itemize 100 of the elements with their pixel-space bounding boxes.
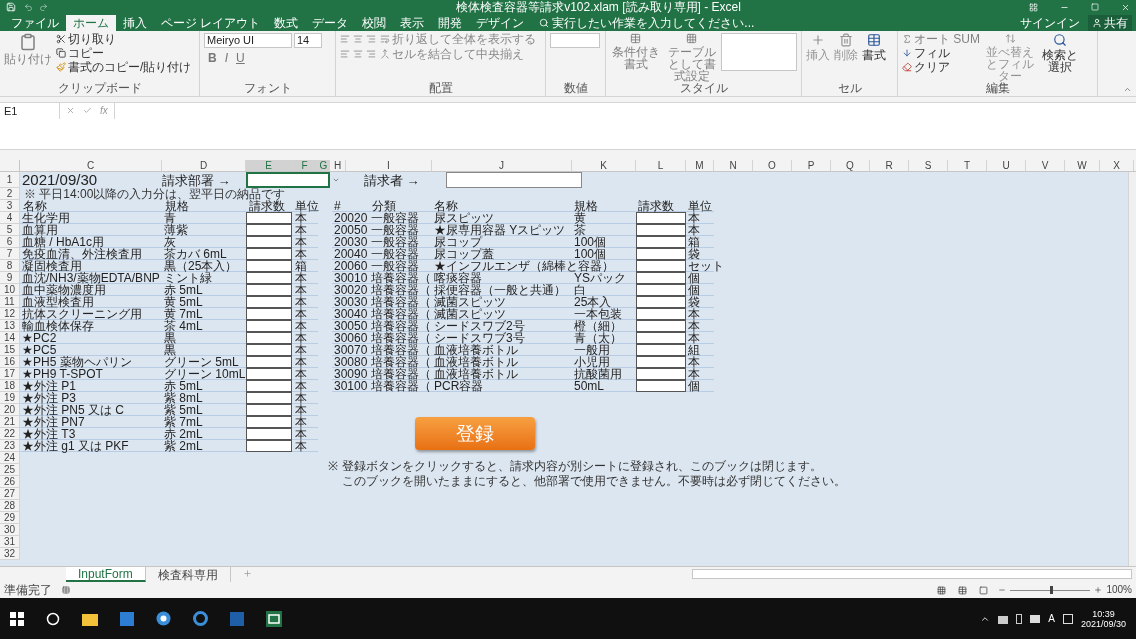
table-cell: ★PC2 [22,331,57,345]
column-header[interactable]: E [246,160,292,171]
name-box[interactable]: E1 [0,103,60,119]
row-number[interactable]: 31 [0,536,20,548]
table-cell: 20030 [334,235,368,249]
row-number[interactable]: 23 [0,440,20,452]
column-header[interactable]: W [1065,160,1100,171]
row-number[interactable]: 21 [0,416,20,428]
row-number[interactable]: 6 [0,236,20,248]
row-number[interactable]: 1 [0,172,20,188]
format-button[interactable]: U [236,52,245,64]
table-cell: 本 [688,331,700,345]
font-size-field[interactable]: 14 [294,33,322,48]
row-number[interactable]: 32 [0,548,20,560]
format-button[interactable]: B [208,52,217,64]
fill-button[interactable]: フィル [902,47,980,59]
row-number[interactable]: 17 [0,368,20,380]
ribbon-tab[interactable]: 表示 [393,15,432,31]
column-header[interactable]: F [292,160,318,171]
row-number[interactable]: 14 [0,332,20,344]
column-header[interactable]: O [753,160,792,171]
row-number[interactable]: 2 [0,188,20,200]
autosum-button[interactable]: オート SUM [902,33,980,45]
column-header[interactable]: J [432,160,572,171]
table-cell: ★外注 P1 [22,379,76,393]
ribbon-tab[interactable]: データ [305,15,356,31]
row-number[interactable]: 25 [0,464,20,476]
ribbon-tab[interactable]: ファイル [4,15,66,31]
table-cell: 一般用 [574,343,610,357]
row-number[interactable]: 26 [0,476,20,488]
row-number[interactable]: 20 [0,404,20,416]
table-cell: 輸血検体保存 [22,319,94,333]
ribbon-tab[interactable]: ホーム [66,15,116,31]
column-header[interactable]: T [948,160,987,171]
row-number[interactable]: 29 [0,512,20,524]
row-number[interactable]: 22 [0,428,20,440]
ribbon-tab[interactable]: ページ レイアウト [154,15,268,31]
row-number[interactable]: 12 [0,308,20,320]
group-label: 編集 [985,82,1010,96]
find-select-button[interactable]: 検索と選択 [1040,33,1080,73]
cut-button[interactable]: 切り取り [56,33,192,45]
row-number[interactable]: 11 [0,296,20,308]
share-button[interactable]: 共有 [1088,15,1132,31]
column-header[interactable]: P [792,160,831,171]
clear-button[interactable]: クリア [902,61,980,73]
column-header[interactable]: N [714,160,753,171]
table-cell: 培養容器（ [371,283,431,297]
row-number[interactable]: 5 [0,224,20,236]
tell-me-field[interactable]: 実行したい作業を入力してください... [552,15,793,31]
row-number[interactable]: 7 [0,248,20,260]
row-number[interactable]: 15 [0,344,20,356]
column-header[interactable]: G [318,160,330,171]
copy-button[interactable]: コピー [56,47,192,59]
sign-in-link[interactable]: サインイン [1020,15,1080,31]
row-number[interactable]: 16 [0,356,20,368]
table-cell: 本 [295,379,307,393]
font-name-field[interactable]: Meiryo UI [204,33,292,48]
sheet-tab[interactable]: InputForm [66,567,146,582]
row-number[interactable]: 3 [0,200,20,212]
ribbon-tab[interactable]: 数式 [267,15,306,31]
column-header[interactable]: H [330,160,346,171]
table-cell: グリーン 5mL [164,355,239,369]
row-number[interactable]: 13 [0,320,20,332]
row-number[interactable]: 18 [0,380,20,392]
conditional-format-button[interactable]: 条件付き書式 [610,33,662,70]
column-header[interactable]: S [909,160,948,171]
format-painter-button[interactable]: 書式のコピー/貼り付け [56,61,192,73]
row-number[interactable]: 24 [0,452,20,464]
row-number[interactable]: 27 [0,488,20,500]
ribbon-tab[interactable]: 校閲 [355,15,394,31]
column-header[interactable]: I [346,160,432,171]
column-header[interactable]: V [1026,160,1065,171]
column-heading: 規格 [574,199,598,213]
ribbon-tab[interactable]: 開発 [431,15,470,31]
ribbon-tab[interactable]: 挿入 [116,15,154,31]
paste-button[interactable]: 貼り付け [4,33,52,65]
row-number[interactable]: 10 [0,284,20,296]
table-cell: 抗体スクリーニング用 [22,307,142,321]
ribbon-tab[interactable]: デザイン [469,15,532,31]
row-number[interactable]: 4 [0,212,20,224]
column-header[interactable]: M [686,160,714,171]
column-header[interactable]: Q [831,160,870,171]
column-header[interactable]: K [572,160,636,171]
row-number[interactable]: 8 [0,260,20,272]
column-header[interactable]: R [870,160,909,171]
zoom-reading: 100% [1106,585,1132,595]
column-header[interactable]: C [20,160,162,171]
format-button[interactable]: I [224,52,228,64]
row-number[interactable]: 30 [0,524,20,536]
format-cells-button[interactable]: 書式 [862,33,886,61]
row-number[interactable]: 9 [0,272,20,284]
group-label: 数値 [563,82,588,96]
table-cell: 本 [688,319,700,333]
column-header[interactable]: L [636,160,686,171]
format-as-table-button[interactable]: テーブルとして書式設定 [665,33,718,82]
row-number[interactable]: 19 [0,392,20,404]
row-number[interactable]: 28 [0,500,20,512]
column-header[interactable]: X [1100,160,1134,171]
table-cell: ★外注 g1 又は PKF [22,439,129,453]
column-header[interactable]: U [987,160,1026,171]
